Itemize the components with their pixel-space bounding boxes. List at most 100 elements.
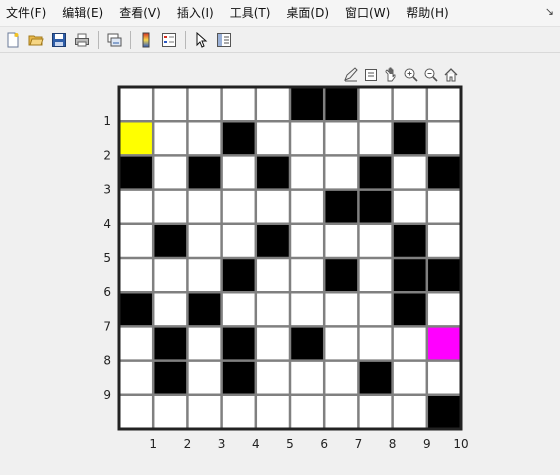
- maze-cell-free: [221, 292, 256, 327]
- maze-cell-start: [119, 121, 154, 156]
- maze-cell-wall: [324, 87, 359, 122]
- maze-cell-free: [290, 360, 325, 395]
- maze-cell-free: [255, 189, 290, 224]
- x-tick-label: 9: [423, 437, 431, 451]
- y-tick-label: 9: [103, 388, 111, 402]
- maze-cell-wall: [358, 189, 393, 224]
- maze-cell-wall: [153, 223, 188, 258]
- y-tick-label: 7: [103, 319, 111, 333]
- x-tick-label: 5: [286, 437, 294, 451]
- maze-cell-free: [290, 121, 325, 156]
- maze-cell-free: [187, 121, 222, 156]
- maze-cell-free: [324, 223, 359, 258]
- maze-cell-free: [187, 326, 222, 361]
- x-tick-label: 3: [218, 437, 226, 451]
- maze-cell-wall: [119, 155, 154, 190]
- maze-cell-free: [392, 394, 427, 429]
- maze-cell-free: [119, 223, 154, 258]
- maze-cell-free: [255, 292, 290, 327]
- maze-cell-free: [358, 394, 393, 429]
- maze-cell-wall: [290, 87, 325, 122]
- maze-cell-free: [255, 87, 290, 122]
- x-tick-label: 4: [252, 437, 260, 451]
- maze-cell-free: [358, 326, 393, 361]
- maze-cell-free: [255, 326, 290, 361]
- y-tick-label: 5: [103, 251, 111, 265]
- y-tick-label: 1: [103, 114, 111, 128]
- maze-cell-free: [290, 189, 325, 224]
- maze-cell-free: [255, 258, 290, 293]
- maze-cell-free: [221, 189, 256, 224]
- maze-cell-free: [119, 189, 154, 224]
- maze-cell-wall: [392, 121, 427, 156]
- maze-cell-free: [187, 360, 222, 395]
- x-tick-label: 8: [389, 437, 397, 451]
- y-tick-label: 6: [103, 285, 111, 299]
- maze-cell-wall: [221, 258, 256, 293]
- x-tick-label: 10: [453, 437, 468, 451]
- maze-cell-free: [187, 258, 222, 293]
- y-tick-label: 2: [103, 148, 111, 162]
- maze-cell-wall: [358, 155, 393, 190]
- maze-cell-wall: [426, 394, 461, 429]
- maze-cell-free: [392, 326, 427, 361]
- maze-cell-wall: [187, 292, 222, 327]
- maze-cell-free: [324, 360, 359, 395]
- maze-cell-free: [221, 394, 256, 429]
- maze-cell-free: [153, 189, 188, 224]
- y-tick-label: 4: [103, 217, 111, 231]
- maze-cell-free: [324, 155, 359, 190]
- maze-cell-free: [255, 360, 290, 395]
- maze-cell-free: [187, 87, 222, 122]
- maze-cell-wall: [221, 121, 256, 156]
- maze-cell-free: [187, 189, 222, 224]
- maze-cell-free: [153, 394, 188, 429]
- maze-cell-free: [153, 87, 188, 122]
- maze-cell-free: [426, 87, 461, 122]
- maze-cell-wall: [255, 223, 290, 258]
- x-tick-label: 6: [320, 437, 328, 451]
- y-tick-label: 3: [103, 183, 111, 197]
- maze-cell-free: [187, 223, 222, 258]
- maze-cell-free: [119, 394, 154, 429]
- y-tick-label: 8: [103, 354, 111, 368]
- maze-cell-wall: [221, 360, 256, 395]
- x-tick-label: 7: [355, 437, 363, 451]
- maze-cell-wall: [187, 155, 222, 190]
- maze-cell-free: [153, 258, 188, 293]
- maze-cell-free: [290, 258, 325, 293]
- maze-cell-free: [358, 258, 393, 293]
- maze-cell-free: [426, 223, 461, 258]
- maze-cell-wall: [392, 258, 427, 293]
- maze-cell-free: [187, 394, 222, 429]
- maze-cell-free: [290, 155, 325, 190]
- maze-cell-wall: [153, 326, 188, 361]
- maze-plot[interactable]: 1 2 3 4 5 6 7 8 9 10 1 2 3 4 5 6 7 8 9: [0, 0, 560, 475]
- maze-cell-free: [153, 121, 188, 156]
- maze-cell-free: [290, 394, 325, 429]
- maze-cell-free: [392, 87, 427, 122]
- maze-cell-free: [358, 292, 393, 327]
- maze-cell-wall: [119, 292, 154, 327]
- maze-cell-free: [358, 121, 393, 156]
- maze-cell-wall: [255, 155, 290, 190]
- maze-cell-free: [119, 326, 154, 361]
- maze-cell-free: [392, 155, 427, 190]
- maze-cell-free: [290, 292, 325, 327]
- maze-cell-free: [119, 360, 154, 395]
- maze-cell-wall: [426, 155, 461, 190]
- maze-cell-free: [426, 121, 461, 156]
- x-tick-label: 1: [149, 437, 157, 451]
- maze-cell-free: [221, 155, 256, 190]
- maze-cell-free: [255, 121, 290, 156]
- maze-cell-free: [324, 326, 359, 361]
- maze-cell-free: [153, 292, 188, 327]
- maze-cell-wall: [392, 292, 427, 327]
- maze-cell-free: [153, 155, 188, 190]
- maze-cell-free: [358, 87, 393, 122]
- maze-cell-free: [119, 258, 154, 293]
- maze-cell-wall: [221, 326, 256, 361]
- maze-cell-free: [392, 360, 427, 395]
- maze-cell-free: [324, 292, 359, 327]
- maze-cell-free: [426, 360, 461, 395]
